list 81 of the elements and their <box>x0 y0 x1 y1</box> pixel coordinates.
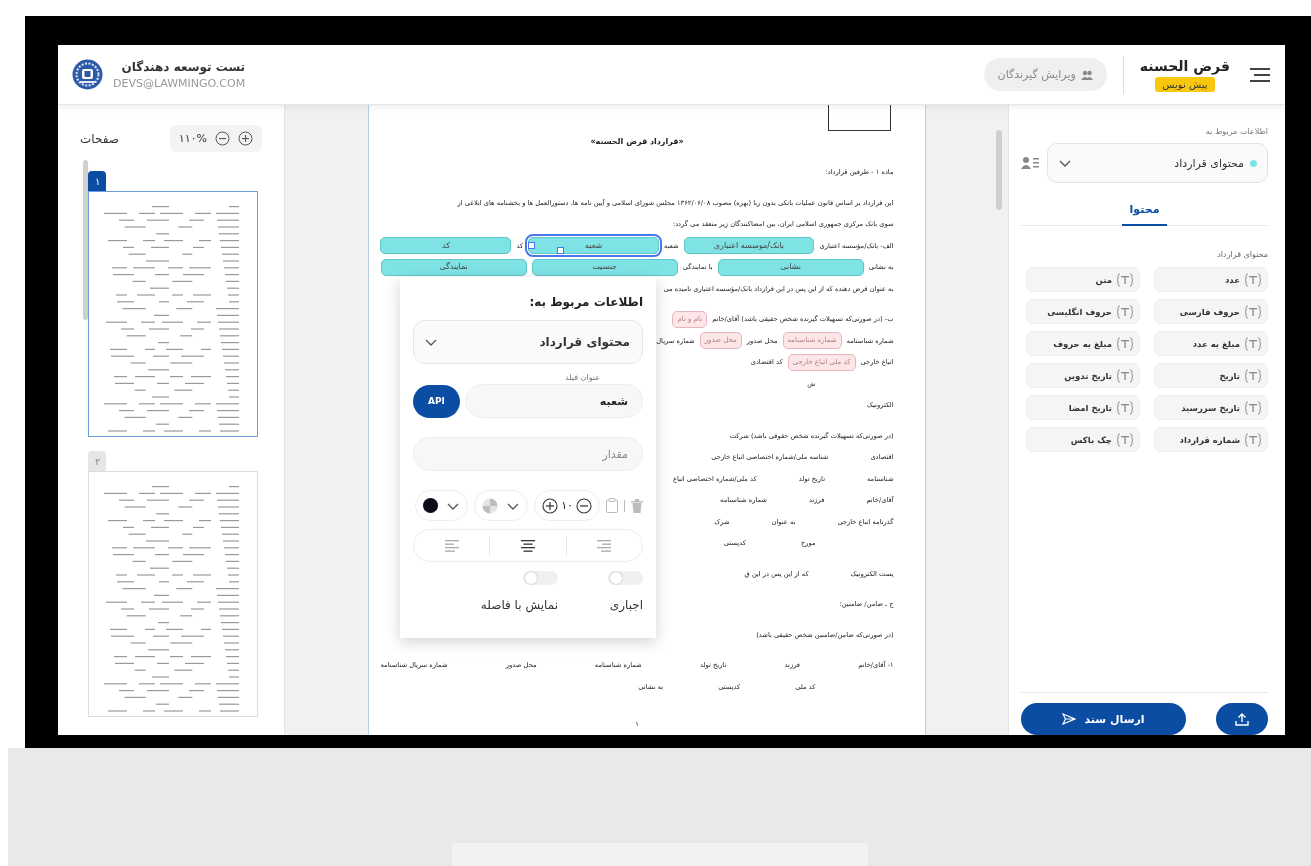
page-number-tab[interactable]: ۱ <box>88 171 106 191</box>
select-value: محتوای قرارداد <box>1173 156 1244 170</box>
toggle-switch[interactable] <box>608 571 643 585</box>
user-email: DEVS@LAWMINGO.COM <box>113 76 246 90</box>
field-chip[interactable]: کد <box>380 237 512 255</box>
field-type-button[interactable]: متن <box>1026 267 1140 292</box>
fill-color-picker[interactable] <box>474 490 529 521</box>
text-field-icon <box>1245 304 1261 319</box>
plus-icon[interactable] <box>542 497 559 514</box>
source-select[interactable]: محتوای قرارداد <box>1047 143 1268 183</box>
field-type-button[interactable]: عدد <box>1154 267 1268 292</box>
scrollbar[interactable] <box>996 130 1002 210</box>
tab[interactable]: محتوا <box>1121 199 1168 226</box>
people-icon <box>1080 69 1093 80</box>
zoom-level: ۱۱۰% <box>178 132 207 145</box>
stamp-box <box>827 105 891 131</box>
color-swatch-icon <box>423 498 439 513</box>
document-title: قرض الحسنه <box>1139 57 1230 74</box>
field-type-button[interactable]: چک باکس <box>1026 427 1140 452</box>
scrollbar[interactable] <box>83 160 88 320</box>
menu-icon[interactable] <box>1250 66 1270 83</box>
field-type-button[interactable]: حروف فارسی <box>1154 299 1268 324</box>
send-document-button[interactable]: ارسال سند <box>1021 703 1187 735</box>
align-center-icon <box>521 539 535 552</box>
text-field-icon <box>1245 432 1261 447</box>
popup-title: اطلاعات مربوط به: <box>528 295 643 309</box>
field-chip[interactable]: نمایندگی <box>380 258 527 276</box>
toggle-label: نمایش با فاصله <box>480 598 558 612</box>
pages-title: صفحات <box>80 131 119 146</box>
text-field-icon <box>1117 368 1133 383</box>
text-field-icon <box>1117 336 1133 351</box>
field-type-button[interactable]: حروف انگلیسی <box>1026 299 1140 324</box>
text-field-icon <box>1245 368 1261 383</box>
field-chip[interactable]: نشانی <box>717 258 864 276</box>
text-color-picker[interactable] <box>415 490 469 521</box>
field-type-button[interactable]: تاریخ <box>1154 363 1268 388</box>
fill-color-icon <box>482 497 499 514</box>
user-name: تست توسعه دهندگان <box>120 59 246 74</box>
source-select[interactable]: محتوای قرارداد <box>413 320 643 364</box>
align-left-icon <box>444 539 459 552</box>
trash-icon[interactable] <box>631 498 643 513</box>
upload-button[interactable] <box>1216 703 1268 735</box>
minus-icon[interactable] <box>576 497 592 514</box>
text-field-icon <box>1117 432 1133 447</box>
related-label: اطلاعات مربوط به <box>1204 127 1268 136</box>
text-field-icon <box>1117 400 1133 415</box>
font-size-control[interactable]: ۱۰ <box>534 490 600 521</box>
logo-icon <box>72 59 103 90</box>
text-field-icon <box>1245 336 1261 351</box>
zoom-out-icon[interactable] <box>215 131 230 146</box>
contact-list-icon[interactable] <box>1021 156 1039 170</box>
toggle-label: اجباری <box>609 598 643 612</box>
field-type-button[interactable]: شماره قرارداد <box>1154 427 1268 452</box>
field-title-input[interactable]: شعبه <box>465 384 643 418</box>
field-type-button[interactable]: تاریخ سررسید <box>1154 395 1268 420</box>
resize-handle[interactable] <box>528 242 536 250</box>
field-type-button[interactable]: تاریخ تدوین <box>1026 363 1140 388</box>
upload-icon <box>1235 712 1249 726</box>
field-chip[interactable]: شعبه <box>528 237 660 255</box>
send-icon <box>1062 713 1077 725</box>
font-size-value: ۱۰ <box>561 499 573 512</box>
resize-handle[interactable] <box>557 247 565 255</box>
align-right-icon <box>597 539 612 552</box>
text-field-icon <box>1117 272 1133 287</box>
field-chip[interactable]: جنسیت <box>531 258 678 276</box>
text-field-icon <box>1245 400 1261 415</box>
section-title: محتوای قرارداد <box>1216 250 1268 259</box>
zoom-in-icon[interactable] <box>238 131 253 146</box>
field-type-button[interactable]: مبلغ به حروف <box>1026 331 1140 356</box>
field-chip[interactable]: بانک/موسسه اعتباری <box>683 237 815 255</box>
text-field-icon <box>1117 304 1133 319</box>
clipboard-icon[interactable] <box>606 498 618 513</box>
text-field-icon <box>1245 272 1261 287</box>
document-heading: «قرارداد قرض الحسنه» <box>590 137 684 147</box>
toggle-switch[interactable] <box>523 571 558 585</box>
status-badge: پیش نویس <box>1155 76 1215 92</box>
value-input[interactable]: مقدار <box>413 437 643 471</box>
api-button[interactable]: API <box>413 384 460 418</box>
page-thumbnail[interactable] <box>88 191 258 437</box>
field-type-button[interactable]: تاریخ امضا <box>1026 395 1140 420</box>
field-type-button[interactable]: مبلغ به عدد <box>1154 331 1268 356</box>
